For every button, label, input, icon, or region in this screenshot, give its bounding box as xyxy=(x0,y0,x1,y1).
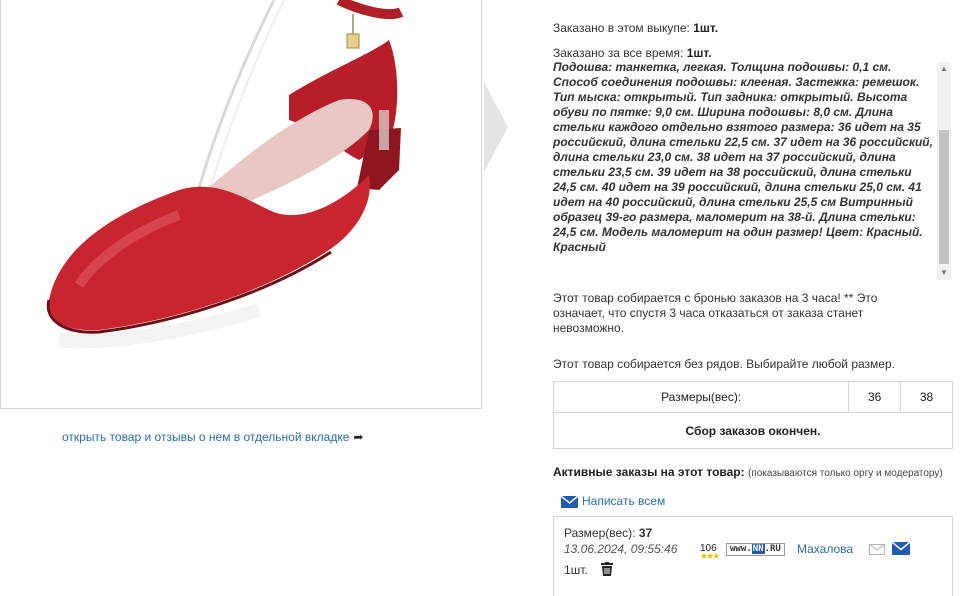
order-size: Размер(вес): 37 xyxy=(564,526,652,540)
sizes-header: Размеры(вес): xyxy=(552,381,850,413)
open-envelope-icon[interactable] xyxy=(869,544,885,555)
rating-stars-icon: ★★★ xyxy=(700,551,720,561)
active-orders-title: Активные заказы на этот товар: xyxy=(553,465,745,479)
size-cell[interactable]: 36 xyxy=(848,381,902,413)
ordered-all-time-value: 1шт. xyxy=(686,46,712,60)
write-all-link[interactable]: Написать всем xyxy=(561,494,665,508)
ordered-all-time-label: Заказано за все время: xyxy=(553,46,684,60)
ordered-this-buy-value: 1шт. xyxy=(693,21,719,35)
logo-nn: NN xyxy=(751,544,765,554)
product-image-frame xyxy=(0,0,482,409)
product-image[interactable] xyxy=(39,0,459,400)
size-cell[interactable]: 38 xyxy=(900,381,953,413)
logo-suffix: .RU xyxy=(764,544,781,554)
order-size-label: Размер(вес): xyxy=(564,526,636,540)
collection-closed-status: Сбор заказов окончен. xyxy=(553,412,953,449)
sizes-row: Размеры(вес): 36 38 xyxy=(552,381,953,413)
sizes-table: Размеры(вес): 36 38 Сбор заказов окончен… xyxy=(552,381,953,449)
username-link[interactable]: Махалова xyxy=(797,542,853,556)
site-logo: www.NN.RU xyxy=(726,543,785,556)
open-link-label: открыть товар и отзывы о нем в отдельной… xyxy=(62,430,350,444)
scroll-down-icon[interactable]: ▼ xyxy=(937,266,951,280)
product-description: Подошва: танкетка, легкая. Толщина подош… xyxy=(553,60,933,254)
reservation-notice: Этот товар собирается с бронью заказов н… xyxy=(553,291,878,335)
scrollbar-thumb[interactable] xyxy=(939,130,949,264)
order-size-value: 37 xyxy=(638,526,653,540)
description-scrollbox[interactable]: Подошва: танкетка, легкая. Толщина подош… xyxy=(553,60,953,280)
order-datetime: 13.06.2024, 09:55:46 xyxy=(564,542,678,556)
user-rating: 106 ★★★ xyxy=(700,543,720,561)
envelope-icon xyxy=(561,495,578,508)
no-rows-notice: Этот товар собирается без рядов. Выбирай… xyxy=(553,357,895,371)
ordered-this-buy-label: Заказано в этом выкупе: xyxy=(553,21,690,35)
write-all-label: Написать всем xyxy=(582,494,666,508)
trash-icon[interactable] xyxy=(601,562,613,576)
open-product-new-tab-link[interactable]: открыть товар и отзывы о нем в отдельной… xyxy=(62,430,363,444)
active-orders-heading: Активные заказы на этот товар: (показыва… xyxy=(553,464,953,482)
status-row: Сбор заказов окончен. xyxy=(553,412,953,449)
description-scrollbar[interactable]: ▲ ▼ xyxy=(937,62,951,280)
active-orders-note: (показываются только оргу и модератору) xyxy=(747,468,943,479)
order-quantity: 1шт. xyxy=(564,563,588,577)
ordered-this-buy: Заказано в этом выкупе: 1шт. xyxy=(553,21,718,35)
next-image-arrow-icon[interactable] xyxy=(484,82,510,172)
ordered-all-time: Заказано за все время: 1шт. xyxy=(553,46,712,60)
send-message-icon[interactable] xyxy=(892,542,910,555)
scroll-up-icon[interactable]: ▲ xyxy=(937,62,951,76)
share-arrow-icon: ➦ xyxy=(353,430,364,444)
logo-prefix: www. xyxy=(730,544,752,554)
